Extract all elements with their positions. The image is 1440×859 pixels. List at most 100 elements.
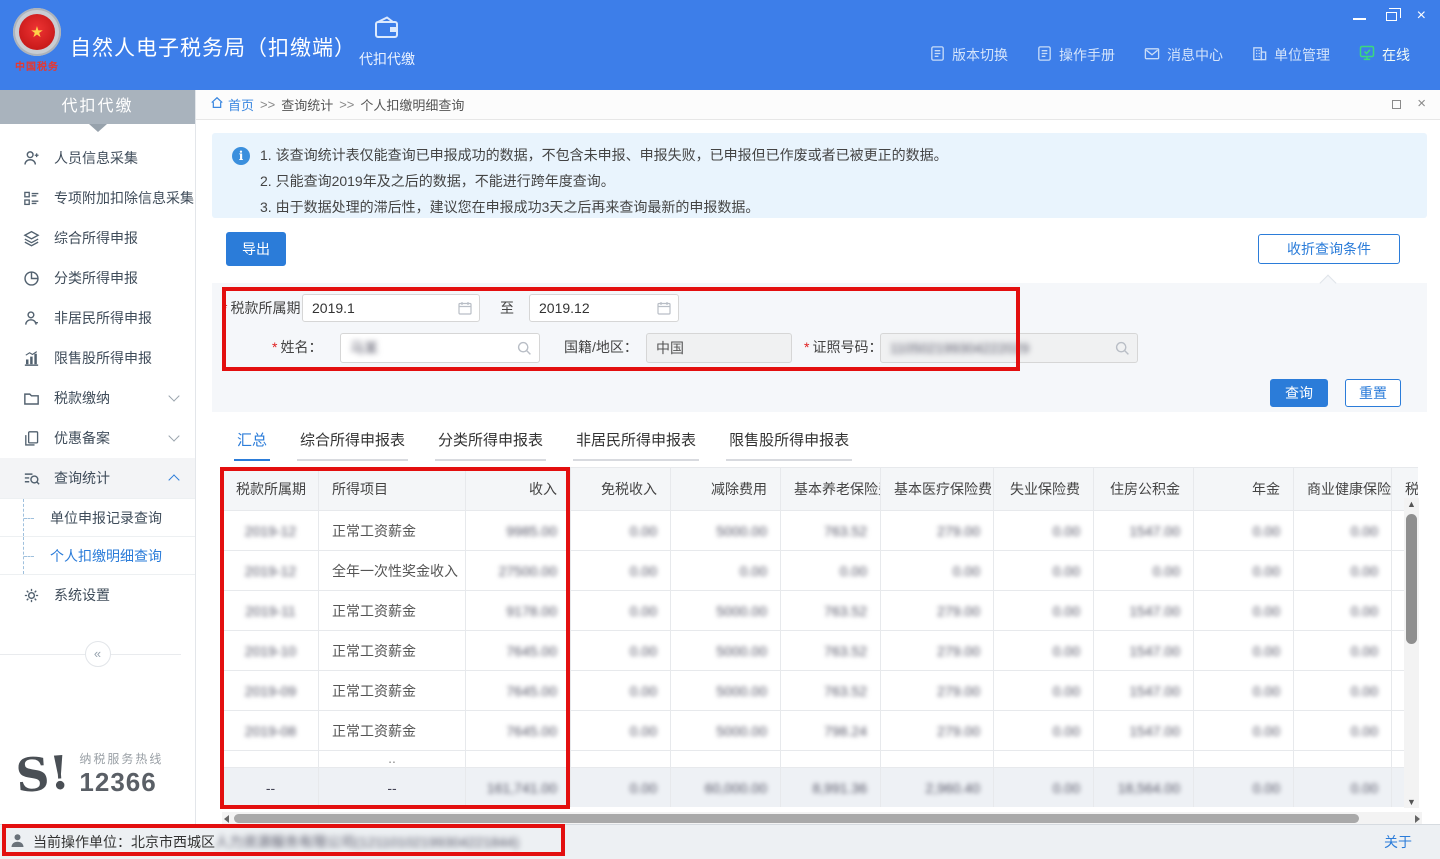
table-row: 2019-11正常工资薪金9178.000.005000.00763.52279…: [223, 591, 1419, 631]
sidebar-item-classified-income-declaration[interactable]: 分类所得申报: [0, 258, 195, 298]
cell-value: 0.00: [571, 551, 671, 591]
header-link-unit-management[interactable]: 单位管理: [1251, 45, 1330, 65]
tab-classified-income-return[interactable]: 分类所得申报表: [435, 425, 546, 461]
name-input[interactable]: 马某: [340, 333, 540, 363]
search-icon[interactable]: [1114, 340, 1131, 360]
sidebar-item-preferential-filing[interactable]: 优惠备案: [0, 418, 195, 458]
tab-restricted-shares-return[interactable]: 限售股所得申报表: [726, 425, 852, 461]
header-link-message-center[interactable]: 消息中心: [1143, 45, 1223, 65]
column-header-annuity: 年金: [1194, 468, 1294, 511]
sidebar-item-tax-payment[interactable]: 税款缴纳: [0, 378, 195, 418]
column-header-tax-period: 税款所属期: [223, 468, 319, 511]
scroll-down-icon[interactable]: ▼: [1404, 797, 1419, 807]
about-link[interactable]: 关于: [1384, 832, 1412, 852]
cell-value: 0.00: [571, 631, 671, 671]
cell-value: 9178.00: [466, 591, 571, 631]
name-label: *姓名：: [272, 333, 322, 361]
notice-line: 1. 该查询统计表仅能查询已申报成功的数据，不包含未申报、申报失败，已申报但已作…: [260, 142, 1407, 168]
header-link-label: 消息中心: [1167, 45, 1223, 65]
vertical-scrollbar[interactable]: ▲ ▼: [1404, 498, 1419, 808]
sidebar-item-comprehensive-income-declaration[interactable]: 综合所得申报: [0, 218, 195, 258]
cell-value: 0.00: [1194, 511, 1294, 551]
cell-ellipsis: [1294, 751, 1392, 768]
tab-comprehensive-income-return[interactable]: 综合所得申报表: [297, 425, 408, 461]
sidebar-item-special-deduction-collection[interactable]: 专项附加扣除信息采集: [0, 178, 195, 218]
breadcrumb: 首页>>查询统计>>个人扣缴明细查询 ×: [196, 90, 1440, 120]
cell-value: 0.00: [671, 551, 781, 591]
search-icon[interactable]: [516, 340, 533, 360]
header-link-online-status[interactable]: 在线: [1358, 44, 1410, 65]
period-from-input[interactable]: 2019.1: [302, 294, 480, 322]
sidebar-subitem-label: 个人扣缴明细查询: [50, 546, 162, 566]
logo-text: 中国税务: [8, 58, 66, 73]
sidebar-subitem-unit-declaration-record-query[interactable]: 单位申报记录查询: [0, 499, 195, 537]
notice-line: 3. 由于数据处理的滞后性，建议您在申报成功3天之后再来查询最新的申报数据。: [260, 194, 1407, 220]
cell-value: 5000.00: [671, 711, 781, 751]
hotline-block: S! 纳税服务热线 12366: [16, 750, 163, 798]
cell-ellipsis: [1194, 751, 1294, 768]
sidebar-item-system-settings[interactable]: 系统设置: [0, 575, 195, 615]
cell-income-item: 正常工资薪金: [319, 671, 466, 711]
sidebar-subitem-individual-withholding-detail-query[interactable]: 个人扣缴明细查询: [0, 537, 195, 575]
id-number-input[interactable]: 110502199304222029: [880, 333, 1138, 363]
statusbar: 当前操作单位：北京市西城区人力资源服务有限公司(1211010219930422…: [0, 824, 1440, 859]
header-link-version-switch[interactable]: 版本切换: [929, 45, 1008, 65]
header-link-label: 操作手册: [1059, 45, 1115, 65]
scroll-right-icon[interactable]: [1415, 815, 1420, 823]
bar-chart-icon: [21, 348, 41, 368]
horizontal-scroll-thumb[interactable]: [234, 814, 1359, 823]
app-title: 自然人电子税务局（扣缴端）: [70, 32, 356, 62]
collapse-query-button[interactable]: 收折查询条件: [1258, 234, 1400, 264]
nationality-input[interactable]: 中国: [646, 333, 792, 363]
scroll-up-icon[interactable]: ▲: [1404, 499, 1419, 509]
titlebar: × ★ 中国税务 自然人电子税务局（扣缴端） 代扣代缴 版本切换操作手册消息中心…: [0, 0, 1440, 90]
notice-line: 2. 只能查询2019年及之后的数据，不能进行跨年度查询。: [260, 168, 1407, 194]
cell-value: 0.00: [1294, 511, 1392, 551]
query-button[interactable]: 查询: [1270, 379, 1328, 407]
restore-button[interactable]: [1386, 12, 1397, 21]
tab-nonresident-income-return[interactable]: 非居民所得申报表: [573, 425, 699, 461]
chevron-down-icon: [168, 430, 179, 441]
nav-tab-withholding[interactable]: 代扣代缴: [348, 16, 426, 69]
sidebar-collapse-button[interactable]: «: [85, 641, 111, 667]
cell-ellipsis: [994, 751, 1094, 768]
scroll-left-icon[interactable]: [224, 815, 229, 823]
info-icon: i: [232, 147, 250, 165]
home-icon: [210, 96, 224, 113]
header-link-operation-manual[interactable]: 操作手册: [1036, 45, 1115, 65]
cell-value: 279.00: [881, 671, 994, 711]
cell-ellipsis: ..: [319, 751, 466, 768]
period-to-input[interactable]: 2019.12: [529, 294, 679, 322]
sidebar-item-query-statistics[interactable]: 查询统计: [0, 458, 195, 498]
vertical-scroll-thumb[interactable]: [1406, 514, 1417, 644]
minimize-button[interactable]: [1353, 11, 1366, 20]
export-button[interactable]: 导出: [226, 232, 286, 266]
nationality-label: 国籍/地区：: [564, 333, 638, 361]
reset-button[interactable]: 重置: [1345, 379, 1401, 407]
calendar-icon[interactable]: [656, 300, 672, 319]
breadcrumb-item-home[interactable]: 首页: [210, 95, 254, 114]
total-value: 18,564.00: [1094, 768, 1194, 808]
sidebar-item-nonresident-income-declaration[interactable]: 非居民所得申报: [0, 298, 195, 338]
nav-tab-label: 代扣代缴: [348, 49, 426, 69]
table-row: 2019-12全年一次性奖金收入27500.000.000.000.000.00…: [223, 551, 1419, 591]
total-income-item: --: [319, 768, 466, 808]
wallet-icon: [373, 16, 401, 45]
panel-close-icon[interactable]: ×: [1417, 98, 1426, 110]
panel-maximize-icon[interactable]: [1392, 100, 1401, 109]
filter-form: *税款所属期： 2019.1 至 2019.12 *姓名： 马某: [212, 283, 1427, 412]
total-value: 161,741.00: [466, 768, 571, 808]
person-icon: [21, 308, 41, 328]
table-row: 2019-09正常工资薪金7645.000.005000.00763.52279…: [223, 671, 1419, 711]
tab-summary[interactable]: 汇总: [234, 425, 270, 461]
cell-value: 0.00: [1294, 671, 1392, 711]
cell-value: 279.00: [881, 511, 994, 551]
close-button[interactable]: ×: [1417, 9, 1426, 22]
sidebar-item-restricted-shares-declaration[interactable]: 限售股所得申报: [0, 338, 195, 378]
calendar-icon[interactable]: [457, 300, 473, 319]
cell-value: 0.00: [994, 711, 1094, 751]
app-window: × ★ 中国税务 自然人电子税务局（扣缴端） 代扣代缴 版本切换操作手册消息中心…: [0, 0, 1440, 859]
sidebar-item-label: 优惠备案: [54, 428, 110, 448]
sidebar-item-personnel-info-collection[interactable]: 人员信息采集: [0, 138, 195, 178]
to-label: 至: [500, 294, 514, 322]
